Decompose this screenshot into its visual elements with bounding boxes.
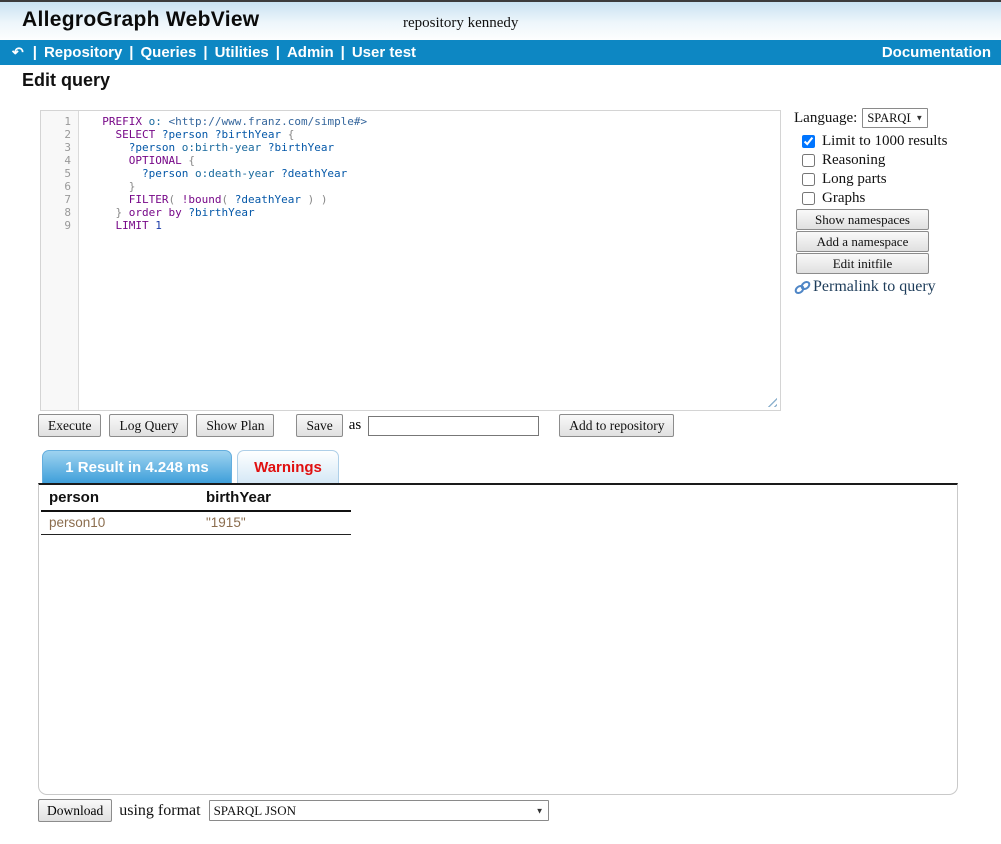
add-to-repository-button[interactable]: Add to repository xyxy=(559,414,674,437)
nav-separator: | xyxy=(203,44,207,61)
checkbox-label: Reasoning xyxy=(822,152,885,169)
show-namespaces-button[interactable]: Show namespaces xyxy=(796,209,929,230)
line-number: 1 xyxy=(41,115,71,128)
save-as-label: as xyxy=(349,417,362,434)
query-editor: 123456789 PREFIX o: <http://www.franz.co… xyxy=(40,110,781,411)
download-bar: Download using format SPARQL JSON ▼ xyxy=(38,799,549,822)
using-format-label: using format xyxy=(119,802,200,820)
code-line: FILTER( !bound( ?deathYear ) ) xyxy=(89,193,780,206)
results-column-header: birthYear xyxy=(198,486,351,511)
results-tabs: 1 Result in 4.248 ms Warnings xyxy=(42,450,339,483)
checkbox-reasoning[interactable]: Reasoning xyxy=(802,152,964,169)
code-line: PREFIX o: <http://www.franz.com/simple#> xyxy=(89,115,780,128)
result-resource-link[interactable]: person10 xyxy=(49,515,105,530)
code-line: SELECT ?person ?birthYear { xyxy=(89,128,780,141)
permalink-to-query-link[interactable]: Permalink to query xyxy=(794,278,964,296)
namespace-buttons: Show namespacesAdd a namespaceEdit initf… xyxy=(794,209,964,274)
line-number: 7 xyxy=(41,193,71,206)
checkbox-input[interactable] xyxy=(802,192,815,205)
show-plan-button[interactable]: Show Plan xyxy=(196,414,274,437)
app-header: AllegroGraph WebView repository kennedy xyxy=(0,2,1001,40)
nav-separator: | xyxy=(341,44,345,61)
log-query-button[interactable]: Log Query xyxy=(109,414,188,437)
checkbox-label: Long parts xyxy=(822,171,887,188)
nav-separator: | xyxy=(276,44,280,61)
checkbox-input[interactable] xyxy=(802,135,815,148)
nav-item-repository[interactable]: Repository xyxy=(44,44,122,61)
checkbox-input[interactable] xyxy=(802,154,815,167)
language-label: Language: xyxy=(794,110,857,127)
nav-item-utilities[interactable]: Utilities xyxy=(215,44,269,61)
repository-label: repository kennedy xyxy=(403,15,518,32)
code-line: ?person o:death-year ?deathYear xyxy=(89,167,780,180)
line-number: 8 xyxy=(41,206,71,219)
save-name-input[interactable] xyxy=(368,416,539,436)
result-literal-value: "1915" xyxy=(206,515,246,530)
option-checkboxes: Limit to 1000 results Reasoning Long parts… xyxy=(794,133,964,207)
tab-results[interactable]: 1 Result in 4.248 ms xyxy=(42,450,232,483)
results-header-row: personbirthYear xyxy=(41,486,351,511)
chain-link-icon xyxy=(794,280,811,295)
code-line: ?person o:birth-year ?birthYear xyxy=(89,141,780,154)
language-select[interactable]: SPARQL xyxy=(862,108,928,128)
execute-button[interactable]: Execute xyxy=(38,414,101,437)
line-number: 5 xyxy=(41,167,71,180)
results-cell: person10 xyxy=(41,511,198,535)
nav-items: ↶ | Repository | Queries | Utilities | Admin | Us… xyxy=(10,44,416,61)
code-line: LIMIT 1 xyxy=(89,219,780,232)
download-button[interactable]: Download xyxy=(38,799,112,822)
edit-initfile-button[interactable]: Edit initfile xyxy=(796,253,929,274)
download-format-select[interactable]: SPARQL JSON xyxy=(209,800,549,821)
app-title: AllegroGraph WebView xyxy=(22,8,259,32)
nav-separator: | xyxy=(33,44,37,61)
checkbox-label: Graphs xyxy=(822,190,865,207)
nav-item-admin[interactable]: Admin xyxy=(287,44,334,61)
line-number: 9 xyxy=(41,219,71,232)
checkbox-limit-to-1000-results[interactable]: Limit to 1000 results xyxy=(802,133,964,150)
query-options-panel: Language: SPARQL ▼ Limit to 1000 results… xyxy=(794,108,964,296)
results-column-header: person xyxy=(41,486,198,511)
permalink-label: Permalink to query xyxy=(813,278,936,296)
line-number: 6 xyxy=(41,180,71,193)
back-arrow-icon[interactable]: ↶ xyxy=(12,44,24,61)
results-cell: "1915" xyxy=(198,511,351,535)
checkbox-label: Limit to 1000 results xyxy=(822,133,947,150)
checkbox-graphs[interactable]: Graphs xyxy=(802,190,964,207)
main-navbar: ↶ | Repository | Queries | Utilities | Admin | Us… xyxy=(0,40,1001,65)
nav-item-queries[interactable]: Queries xyxy=(141,44,197,61)
editor-line-numbers: 123456789 xyxy=(41,111,79,410)
checkbox-input[interactable] xyxy=(802,173,815,186)
line-number: 2 xyxy=(41,128,71,141)
nav-item-user-test[interactable]: User test xyxy=(352,44,416,61)
table-row: person10 "1915" xyxy=(41,511,351,535)
code-line: } xyxy=(89,180,780,193)
nav-item-documentation[interactable]: Documentation xyxy=(882,44,991,61)
line-number: 3 xyxy=(41,141,71,154)
line-number: 4 xyxy=(41,154,71,167)
nav-separator: | xyxy=(129,44,133,61)
add-a-namespace-button[interactable]: Add a namespace xyxy=(796,231,929,252)
results-table: personbirthYear person10 "1915" xyxy=(41,486,351,535)
query-toolbar: Execute Log Query Show Plan Save as Add … xyxy=(38,414,682,437)
page-title: Edit query xyxy=(22,70,110,91)
code-line: } order by ?birthYear xyxy=(89,206,780,219)
results-panel: personbirthYear person10 "1915" xyxy=(38,483,958,795)
code-line: OPTIONAL { xyxy=(89,154,780,167)
checkbox-long-parts[interactable]: Long parts xyxy=(802,171,964,188)
save-button[interactable]: Save xyxy=(296,414,342,437)
tab-warnings[interactable]: Warnings xyxy=(237,450,339,483)
editor-code-area[interactable]: PREFIX o: <http://www.franz.com/simple#>… xyxy=(79,111,780,410)
